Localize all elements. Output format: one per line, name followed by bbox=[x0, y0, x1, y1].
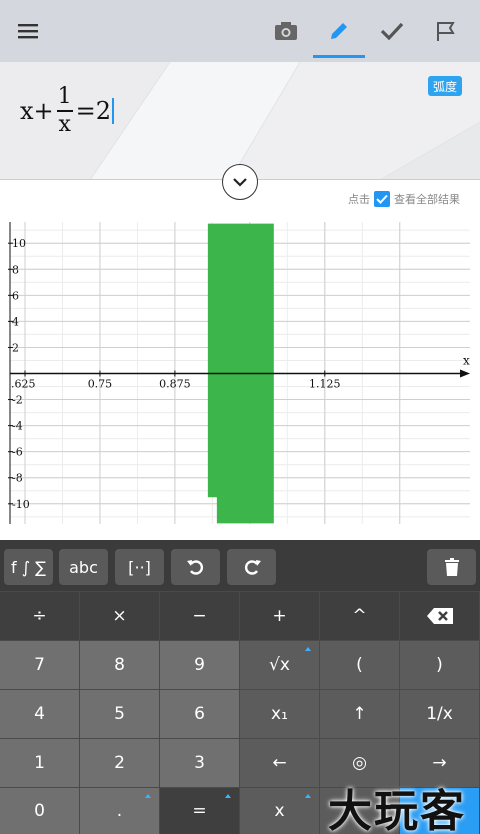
top-bar bbox=[0, 0, 480, 62]
key-equals-label: = bbox=[192, 801, 207, 821]
key-decimal-label: . bbox=[116, 801, 123, 821]
y-tick-label: -4 bbox=[12, 420, 23, 433]
y-tick-label: 10 bbox=[12, 237, 26, 250]
key-decimal[interactable]: . bbox=[80, 788, 159, 834]
functions-tab[interactable]: f ∫ ∑ bbox=[4, 549, 53, 585]
key-7[interactable]: 7 bbox=[0, 641, 79, 689]
key-5[interactable]: 5 bbox=[80, 690, 159, 738]
keyboard-toolbar: f ∫ ∑ abc [⋅⋅] bbox=[0, 540, 480, 591]
fraction: 1 x bbox=[56, 84, 73, 138]
app-root: x+ 1 x =2 弧度 点击 查看全部结果 x .625 0.75 0.875 1.1… bbox=[0, 0, 480, 834]
fraction-denominator: x bbox=[58, 112, 71, 137]
y-tick-label: 6 bbox=[12, 289, 19, 302]
key-variable-x[interactable]: x bbox=[240, 788, 319, 834]
expand-collapse-button[interactable] bbox=[222, 164, 258, 200]
key-9[interactable]: 9 bbox=[160, 641, 239, 689]
more-options-indicator bbox=[145, 794, 151, 798]
undo-button[interactable] bbox=[171, 549, 220, 585]
x-tick-label: 0.875 bbox=[159, 378, 191, 391]
key-divide[interactable]: ÷ bbox=[0, 592, 79, 640]
x-tick-label: .625 bbox=[11, 378, 35, 391]
show-all-label: 查看全部结果 bbox=[394, 193, 460, 206]
key-4[interactable]: 4 bbox=[0, 690, 79, 738]
x-axis-label: x bbox=[463, 354, 470, 368]
formula-suffix: =2 bbox=[75, 97, 112, 125]
y-tick-label: 8 bbox=[12, 263, 19, 276]
x-tick-label: 1.125 bbox=[309, 378, 341, 391]
letters-tab[interactable]: abc bbox=[59, 549, 108, 585]
watermark-text: 大玩客 bbox=[328, 786, 466, 834]
key-1[interactable]: 1 bbox=[0, 739, 79, 787]
active-tab-indicator bbox=[313, 55, 365, 58]
menu-icon[interactable] bbox=[16, 18, 42, 44]
formula-prefix: x+ bbox=[20, 97, 54, 125]
matrix-tab[interactable]: [⋅⋅] bbox=[115, 549, 164, 585]
key-subscript[interactable]: x₁ bbox=[240, 690, 319, 738]
key-variable-x-label: x bbox=[274, 801, 285, 821]
angle-mode-badge[interactable]: 弧度 bbox=[428, 76, 462, 96]
key-left-arrow[interactable]: ← bbox=[240, 739, 319, 787]
key-6[interactable]: 6 bbox=[160, 690, 239, 738]
function-graph[interactable]: x .625 0.75 0.875 1.125 10 8 6 4 2 -2 -4 -6 -8 -10 bbox=[0, 210, 480, 540]
y-tick-label: 4 bbox=[12, 315, 19, 328]
key-minus[interactable]: − bbox=[160, 592, 239, 640]
key-equals[interactable]: = bbox=[160, 788, 239, 834]
more-options-indicator bbox=[305, 647, 311, 651]
formula-display[interactable]: x+ 1 x =2 bbox=[20, 84, 115, 138]
x-tick-label: 0.75 bbox=[88, 378, 113, 391]
y-tick-label: 2 bbox=[12, 341, 19, 354]
y-tick-label: -6 bbox=[12, 446, 23, 459]
x-axis-arrow bbox=[460, 369, 470, 378]
pencil-icon[interactable] bbox=[326, 18, 352, 44]
key-sqrt[interactable]: √x bbox=[240, 641, 319, 689]
undo-icon bbox=[186, 560, 203, 575]
show-all-checkbox[interactable] bbox=[374, 191, 390, 207]
key-multiply[interactable]: × bbox=[80, 592, 159, 640]
redo-button[interactable] bbox=[227, 549, 276, 585]
fraction-numerator: 1 bbox=[57, 84, 72, 109]
expression-area[interactable]: x+ 1 x =2 弧度 bbox=[0, 62, 480, 180]
more-options-indicator bbox=[305, 794, 311, 798]
show-all-results[interactable]: 点击 查看全部结果 bbox=[348, 191, 460, 207]
key-sqrt-label: √x bbox=[269, 655, 290, 675]
key-3[interactable]: 3 bbox=[160, 739, 239, 787]
backspace-icon bbox=[426, 608, 453, 624]
backspace-key[interactable] bbox=[400, 592, 479, 640]
key-power[interactable]: ^ bbox=[320, 592, 399, 640]
more-options-indicator bbox=[225, 794, 231, 798]
key-open-paren[interactable]: ( bbox=[320, 641, 399, 689]
key-close-paren[interactable]: ) bbox=[400, 641, 479, 689]
y-tick-label: -10 bbox=[12, 498, 30, 511]
redo-icon bbox=[244, 560, 261, 575]
clear-all-button[interactable] bbox=[427, 549, 476, 585]
check-icon[interactable] bbox=[379, 18, 405, 44]
text-caret bbox=[112, 98, 115, 124]
key-reciprocal[interactable]: 1/x bbox=[400, 690, 479, 738]
key-plus[interactable]: + bbox=[240, 592, 319, 640]
trash-icon bbox=[444, 558, 459, 576]
key-2[interactable]: 2 bbox=[80, 739, 159, 787]
flag-icon[interactable] bbox=[433, 18, 459, 44]
key-up-arrow[interactable]: ↑ bbox=[320, 690, 399, 738]
checkmark-icon bbox=[376, 194, 388, 204]
key-8[interactable]: 8 bbox=[80, 641, 159, 689]
key-0[interactable]: 0 bbox=[0, 788, 79, 834]
y-tick-label: -2 bbox=[12, 394, 23, 407]
y-tick-label: -8 bbox=[12, 472, 23, 485]
chevron-down-icon bbox=[233, 178, 247, 187]
camera-icon[interactable] bbox=[273, 18, 299, 44]
show-all-prefix: 点击 bbox=[348, 193, 370, 206]
